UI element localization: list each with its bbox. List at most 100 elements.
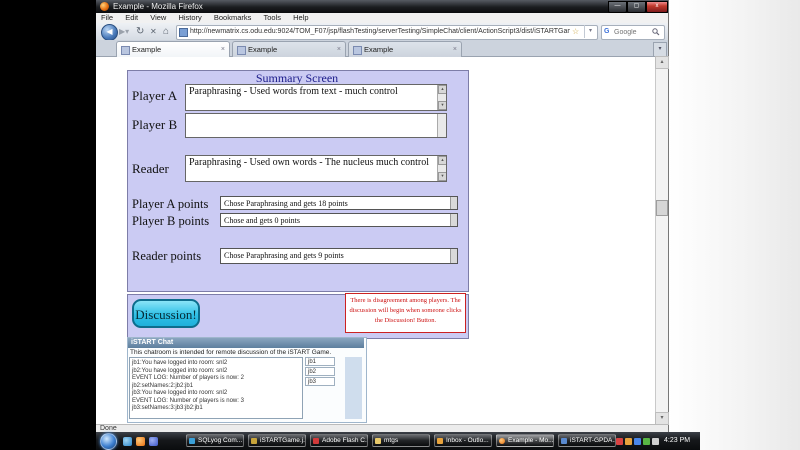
chat-log-line: EVENT LOG: Number of players is now: 2	[132, 375, 300, 383]
chat-log-line: EVENT LOG: Number of players is now: 3	[132, 398, 300, 406]
menu-tools[interactable]: Tools	[258, 13, 286, 23]
menu-history[interactable]: History	[173, 13, 206, 23]
player-b-points-field[interactable]: Chose and gets 0 points	[220, 213, 458, 227]
chat-header: iSTART Chat	[128, 338, 364, 348]
textarea-scrollbar[interactable]	[437, 114, 446, 137]
field-scrollbar[interactable]	[450, 197, 457, 209]
list-all-tabs-icon[interactable]: ▾	[653, 42, 667, 57]
back-button[interactable]: ◀	[101, 24, 118, 41]
player-a-textarea[interactable]: Paraphrasing - Used words from text - mu…	[185, 84, 447, 111]
task-label: Inbox - Outlo...	[446, 437, 489, 444]
tab-close-icon[interactable]: ×	[453, 42, 457, 57]
tab-close-icon[interactable]: ×	[221, 42, 225, 57]
desktop-background	[668, 0, 800, 450]
chat-log-line: jb3:You have logged into room: snl2	[132, 390, 300, 398]
field-scrollbar[interactable]	[450, 249, 457, 263]
scroll-down-icon[interactable]: ▼	[438, 172, 447, 181]
player-a-text: Paraphrasing - Used words from text - mu…	[189, 86, 398, 97]
google-icon: G	[604, 25, 609, 38]
bookmark-star-icon[interactable]: ☆	[572, 25, 579, 38]
reload-icon[interactable]: ↻	[136, 26, 144, 37]
stop-icon[interactable]: ✕	[150, 26, 157, 37]
menu-bookmarks[interactable]: Bookmarks	[209, 13, 257, 23]
scroll-up-icon[interactable]: ▴	[655, 56, 669, 69]
menu-help[interactable]: Help	[288, 13, 313, 23]
task-sqlyog[interactable]: SQLyog Com...	[186, 434, 244, 447]
start-button[interactable]	[100, 433, 117, 450]
home-icon[interactable]: ⌂	[163, 26, 169, 37]
menu-view[interactable]: View	[145, 13, 171, 23]
discussion-button[interactable]: Discussion!	[132, 299, 200, 328]
app-icon	[251, 438, 257, 444]
textarea-scrollbar[interactable]: ▲▼	[437, 156, 446, 181]
chat-userlist-scrollbar[interactable]	[345, 357, 362, 419]
tab-example-3[interactable]: Example ×	[348, 41, 462, 57]
quicklaunch-icon[interactable]	[123, 437, 132, 446]
reader-text: Paraphrasing - Used own words - The nucl…	[189, 157, 429, 168]
chat-user-jb2: jb2	[305, 367, 335, 376]
textarea-scrollbar[interactable]: ▲▼	[437, 85, 446, 110]
maximize-button[interactable]: ▢	[627, 1, 646, 13]
reader-textarea[interactable]: Paraphrasing - Used own words - The nucl…	[185, 155, 447, 182]
task-example-firefox[interactable]: Example - Mo...	[496, 434, 554, 447]
folder-icon	[375, 438, 381, 444]
tray-icon[interactable]	[616, 438, 623, 445]
reader-points-text: Chose Paraphrasing and gets 9 points	[224, 251, 344, 260]
task-istart-gpda[interactable]: iSTART-GPDA...	[558, 434, 616, 447]
reader-points-label: Reader points	[132, 249, 201, 264]
chat-log-line: jb1:You have logged into room: snl2	[132, 360, 300, 368]
reader-points-field[interactable]: Chose Paraphrasing and gets 9 points	[220, 248, 458, 264]
chat-user-jb1: jb1	[305, 357, 335, 366]
task-inbox-outlook[interactable]: Inbox - Outlo...	[434, 434, 492, 447]
url-text[interactable]: http://newmatrix.cs.odu.edu:9024/TOM_F07…	[190, 25, 570, 38]
tray-volume-icon[interactable]	[652, 438, 659, 445]
menu-file[interactable]: File	[96, 13, 118, 23]
player-a-points-label: Player A points	[132, 197, 208, 212]
tray-icon[interactable]	[625, 438, 632, 445]
tab-page-icon	[121, 46, 130, 55]
app-icon	[561, 438, 567, 444]
task-label: SQLyog Com...	[198, 437, 242, 444]
page-favicon	[179, 28, 188, 37]
task-adobe-flash[interactable]: Adobe Flash C...	[310, 434, 368, 447]
forward-button[interactable]: ▶▾	[119, 28, 129, 36]
window-titlebar: Example - Mozilla Firefox — ▢ x	[96, 0, 668, 13]
tab-close-icon[interactable]: ×	[337, 42, 341, 57]
task-istartgame[interactable]: iSTARTGame.j...	[248, 434, 306, 447]
page-scrollbar[interactable]	[655, 56, 668, 424]
quicklaunch-icon[interactable]	[149, 437, 158, 446]
tray-icon[interactable]	[643, 438, 650, 445]
scroll-up-icon[interactable]: ▲	[438, 85, 447, 94]
scroll-up-icon[interactable]: ▲	[438, 156, 447, 165]
task-label: iSTARTGame.j...	[260, 437, 306, 444]
field-scrollbar[interactable]	[450, 214, 457, 226]
minimize-button[interactable]: —	[608, 1, 627, 13]
quicklaunch-firefox-icon[interactable]	[136, 437, 145, 446]
chat-subtitle: This chatroom is intended for remote dis…	[130, 349, 360, 356]
chat-log-line: jb2:setNames:2:jb2:jb1	[132, 383, 300, 391]
tab-example-2[interactable]: Example ×	[232, 41, 346, 57]
task-label: iSTART-GPDA...	[570, 437, 616, 444]
tray-icon[interactable]	[634, 438, 641, 445]
app-icon	[313, 438, 319, 444]
player-a-points-field[interactable]: Chose Paraphrasing and gets 18 points	[220, 196, 458, 210]
tab-page-icon	[237, 46, 246, 55]
status-bar: Done	[96, 424, 668, 432]
tab-example-1[interactable]: Example ×	[116, 41, 230, 57]
disagreement-notice: There is disagreement among players. The…	[345, 293, 466, 333]
task-mtgs[interactable]: mtgs	[372, 434, 430, 447]
chat-log[interactable]: jb1:You have logged into room: snl2 jb2:…	[129, 357, 303, 419]
url-dropdown-icon[interactable]: ▾	[584, 25, 596, 38]
scroll-down-icon[interactable]: ▼	[438, 101, 447, 110]
player-a-points-text: Chose Paraphrasing and gets 18 points	[224, 199, 348, 208]
task-label: Example - Mo...	[508, 437, 554, 444]
close-button[interactable]: x	[646, 1, 668, 13]
app-icon	[437, 438, 443, 444]
search-icon[interactable]	[652, 28, 660, 36]
search-input[interactable]	[612, 26, 654, 39]
task-label: mtgs	[384, 437, 398, 444]
player-b-textarea[interactable]	[185, 113, 447, 138]
menu-edit[interactable]: Edit	[120, 13, 143, 23]
scrollbar-thumb[interactable]	[656, 200, 668, 216]
firefox-icon	[499, 438, 505, 444]
